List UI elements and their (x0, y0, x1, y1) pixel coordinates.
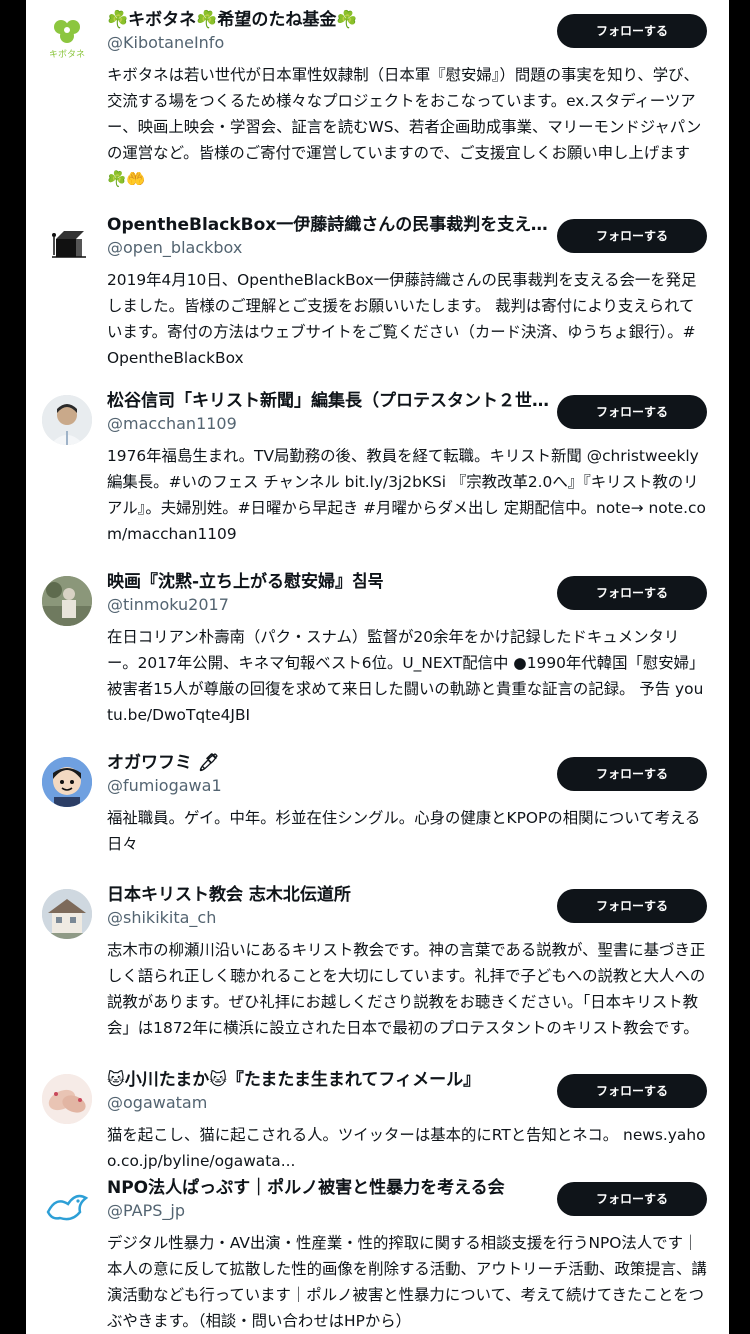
cartoon-avatar-icon (42, 757, 92, 807)
person-photo-icon (42, 395, 92, 445)
avatar[interactable] (42, 889, 92, 939)
follow-button[interactable]: フォローする (557, 14, 707, 48)
follow-button[interactable]: フォローする (557, 576, 707, 610)
account-bio: デジタル性暴力・AV出演・性産業・性的搾取に関する相談支援を行うNPO法人です｜… (107, 1234, 707, 1330)
account-handle: @PAPS_jp (107, 1201, 185, 1220)
account-bio: 2019年4月10日、OpentheBlackBox一伊藤詩織さんの民事裁判を支… (107, 271, 697, 367)
bird-logo-icon (46, 1194, 89, 1221)
avatar[interactable] (42, 576, 92, 626)
follow-suggestions-list: キボタネ ☘️キボタネ☘️希望のたね基金☘️ @KibotaneInfo フォロ… (26, 0, 729, 1334)
follow-button[interactable]: フォローする (557, 219, 707, 253)
follow-button[interactable]: フォローする (557, 395, 707, 429)
follow-button[interactable]: フォローする (557, 1182, 707, 1216)
account-bio: キボタネは若い世代が日本軍性奴隷制（日本軍『慰安婦』）問題の事実を知り、学び、交… (107, 66, 702, 188)
follow-button[interactable]: フォローする (557, 1074, 707, 1108)
account-name[interactable]: 🐱小川たまか🐱『たまたま生まれてフィメール』 (107, 1068, 552, 1092)
follow-button[interactable]: フォローする (557, 757, 707, 791)
account-name[interactable]: 日本キリスト教会 志木北伝道所 (107, 883, 552, 907)
avatar-logo-text: キボタネ (49, 49, 85, 60)
account-name[interactable]: 映画『沈黙-立ち上がる慰安婦』침묵 (107, 570, 552, 594)
account-handle: @ogawatam (107, 1093, 208, 1112)
church-building-icon (42, 889, 92, 939)
account-handle: @fumiogawa1 (107, 776, 222, 795)
hands-photo-icon (42, 1074, 92, 1124)
account-name[interactable]: OpentheBlackBox一伊藤詩織さんの民事裁判を支える… (107, 213, 552, 237)
avatar[interactable] (42, 1074, 92, 1124)
clover-logo-icon: キボタネ (49, 20, 85, 60)
account-bio: 志木市の柳瀬川沿いにあるキリスト教会です。神の言葉である説教が、聖書に基づき正し… (107, 941, 706, 1037)
account-name[interactable]: NPO法人ぱっぷす｜ポルノ被害と性暴力を考える会 (107, 1176, 552, 1200)
account-handle: @KibotaneInfo (107, 33, 225, 52)
avatar[interactable] (42, 219, 92, 269)
black-box-logo-icon (52, 231, 86, 258)
account-bio: 福祉職員。ゲイ。中年。杉並在住シングル。心身の健康とKPOPの相関について考える… (107, 809, 701, 853)
account-bio: 1976年福島生まれ。TV局勤務の後、教員を経て転職。キリスト新聞 @chris… (107, 447, 706, 543)
avatar[interactable] (42, 395, 92, 445)
account-handle: @macchan1109 (107, 414, 237, 433)
account-bio: 在日コリアン朴壽南（パク・スナム）監督が20余年をかけ記録したドキュメンタリー。… (107, 628, 705, 724)
account-handle: @open_blackbox (107, 238, 243, 257)
avatar[interactable]: キボタネ (42, 14, 92, 64)
account-handle: @tinmoku2017 (107, 595, 229, 614)
account-name[interactable]: ☘️キボタネ☘️希望のたね基金☘️ (107, 8, 552, 32)
account-handle: @shikikita_ch (107, 908, 217, 927)
avatar[interactable] (42, 757, 92, 807)
account-bio: 猫を起こし、猫に起こされる人。ツイッターは基本的にRTと告知とネコ。 news.… (107, 1126, 706, 1170)
account-name[interactable]: 松谷信司「キリスト新聞」編集長（プロテスタント２世… (107, 389, 552, 413)
follow-button[interactable]: フォローする (557, 889, 707, 923)
avatar[interactable] (42, 1182, 92, 1232)
account-name[interactable]: オガワフミ 🖊 (107, 751, 552, 775)
movie-still-icon (42, 576, 92, 626)
